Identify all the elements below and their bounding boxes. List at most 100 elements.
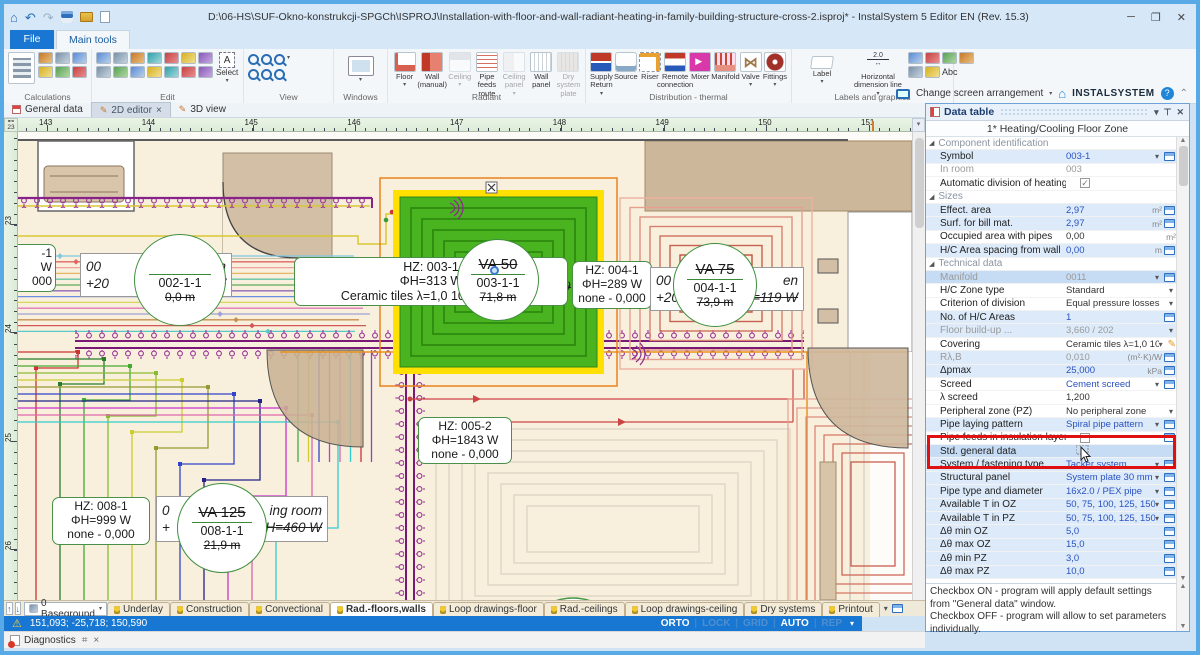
status-options-arrow[interactable]: ▾ bbox=[850, 619, 854, 628]
section-collapse-icon[interactable]: ◢ bbox=[929, 139, 934, 147]
redo-icon[interactable]: ↷ bbox=[43, 11, 54, 24]
ribbon-button-wall-panel[interactable]: Wall panel bbox=[529, 52, 554, 98]
default-from-general-data-icon[interactable] bbox=[1164, 246, 1175, 255]
layer-tab-convectional[interactable]: Convectional bbox=[249, 602, 330, 617]
new-file-icon[interactable] bbox=[100, 11, 110, 23]
legend-icon[interactable] bbox=[925, 52, 940, 64]
zoom-extents-icon[interactable] bbox=[274, 54, 285, 65]
ribbon-button-valve[interactable]: Valve▾ bbox=[739, 52, 761, 97]
close-2d-tab-icon[interactable]: × bbox=[156, 105, 162, 116]
close-button[interactable]: ✕ bbox=[1177, 11, 1186, 24]
checkbox-pipe-feeds-in-insulation-layer[interactable] bbox=[1080, 433, 1090, 443]
grid-icon[interactable] bbox=[908, 66, 923, 78]
table-graphic-icon[interactable] bbox=[942, 52, 957, 64]
property-row-covering[interactable]: CoveringCeramic tiles λ=1,0 10mm - 0,01▾… bbox=[926, 338, 1178, 351]
valve-label-va125[interactable]: VA 125008-1-121,9 m bbox=[177, 483, 267, 573]
property-row-manifold[interactable]: Manifold0011▾ bbox=[926, 271, 1178, 284]
property-row-surf-for-bill-mat[interactable]: Surf. for bill mat.2,97m² bbox=[926, 217, 1178, 230]
layer-tab-rad-floors-walls[interactable]: Rad.-floors,walls bbox=[330, 602, 433, 617]
move-icon[interactable] bbox=[181, 52, 196, 64]
layer-tab-dry-systems[interactable]: Dry systems bbox=[744, 602, 822, 617]
default-from-general-data-icon[interactable] bbox=[1164, 273, 1175, 282]
zoom-in-icon[interactable] bbox=[248, 54, 259, 65]
tab-file[interactable]: File bbox=[10, 30, 54, 49]
valve-label-va002[interactable]: 002-1-10,0 m bbox=[134, 234, 226, 326]
property-row-peripheral-zone-pz[interactable]: Peripheral zone (PZ)No peripheral zone▾ bbox=[926, 405, 1178, 418]
cut-icon[interactable] bbox=[147, 52, 162, 64]
change-screen-arrangement[interactable]: Change screen arrangement bbox=[916, 88, 1043, 99]
valve-label-va50[interactable]: VA 50003-1-171,8 m bbox=[457, 239, 539, 321]
drop-icon[interactable] bbox=[38, 66, 53, 78]
storey-up-button[interactable]: ↑ bbox=[6, 602, 13, 615]
property-row-effect-area[interactable]: Effect. area2,97m² bbox=[926, 204, 1178, 217]
baseground-selector[interactable]: 0 Baseground▾ bbox=[24, 602, 107, 616]
ribbon-button-fittings[interactable]: Fittings▾ bbox=[763, 52, 787, 97]
zone-label-hz004[interactable]: HZ: 004-1ΦH=289 Wnone - 0,000 bbox=[572, 261, 652, 309]
panel-menu-arrow[interactable]: ▾ bbox=[1154, 107, 1159, 118]
section-component-identification[interactable]: ◢Component identification bbox=[926, 137, 1178, 150]
delete-icon[interactable] bbox=[164, 52, 179, 64]
layer-tab-construction[interactable]: Construction bbox=[170, 602, 249, 617]
undo2-icon[interactable] bbox=[96, 52, 111, 64]
layer-manager-icon[interactable] bbox=[892, 604, 903, 613]
windows-arrow[interactable]: ▾ bbox=[338, 76, 383, 83]
layer-tab-rad-ceilings[interactable]: Rad.-ceilings bbox=[544, 602, 625, 617]
default-from-general-data-icon[interactable] bbox=[1164, 353, 1175, 362]
mode-auto[interactable]: AUTO bbox=[781, 618, 809, 629]
property-row-no-of-h-c-areas[interactable]: No. of H/C Areas1 bbox=[926, 311, 1178, 324]
dropdown-arrow[interactable]: ▾ bbox=[1155, 152, 1164, 161]
property-row-max-pz[interactable]: Δθ max PZ10,0 bbox=[926, 566, 1178, 579]
zone-label-hz005[interactable]: HZ: 005-2ΦH=1843 Wnone - 0,000 bbox=[418, 417, 512, 464]
default-from-general-data-icon[interactable] bbox=[1164, 420, 1175, 429]
property-row-structural-panel[interactable]: Structural panelSystem plate 30 mm▾ bbox=[926, 472, 1178, 485]
property-row-h-c-area-spacing-from-wall[interactable]: H/C Area spacing from wall0,00m bbox=[926, 244, 1178, 257]
ribbon-button-wall-manual[interactable]: Wall (manual) bbox=[419, 52, 445, 98]
property-row-available-t-in-pz[interactable]: Available T in PZ50, 75, 100, 125, 150▾ bbox=[926, 512, 1178, 525]
windows-arrange-button[interactable] bbox=[348, 56, 374, 76]
ruler-options-arrow[interactable]: ▾ bbox=[912, 118, 925, 132]
mode-grid[interactable]: GRID bbox=[743, 618, 768, 629]
floor-plan-canvas[interactable]: -1W00000g room+20H=295 WHZ: 003-1ΦH=313 … bbox=[18, 132, 912, 600]
layer-tab-printout[interactable]: Printout bbox=[822, 602, 879, 617]
layer-tab-loop-drawings-floor[interactable]: Loop drawings-floor bbox=[433, 602, 544, 617]
property-row-pipe-type-and-diameter[interactable]: Pipe type and diameter16x2.0 / PEX pipe▾ bbox=[926, 485, 1178, 498]
ribbon-button-supply-return[interactable]: Supply Return▾ bbox=[590, 52, 613, 97]
image-icon[interactable] bbox=[959, 52, 974, 64]
property-row-r-b[interactable]: Rλ,B0,010(m²·K)/W bbox=[926, 351, 1178, 364]
property-row-h-c-zone-type[interactable]: H/C Zone typeStandard▾ bbox=[926, 284, 1178, 297]
default-from-general-data-icon[interactable] bbox=[1164, 567, 1175, 576]
layer-tab-loop-drawings-ceiling[interactable]: Loop drawings-ceiling bbox=[625, 602, 745, 617]
zone-label-hz008[interactable]: HZ: 008-1ΦH=999 Wnone - 0,000 bbox=[52, 497, 150, 545]
help-scrollbar[interactable]: ▲▼ bbox=[1176, 583, 1189, 631]
ribbon-button-remote-connection[interactable]: Remote connection bbox=[662, 52, 688, 97]
dropdown-arrow[interactable]: ▾ bbox=[1155, 420, 1164, 429]
default-from-general-data-icon[interactable] bbox=[1164, 500, 1175, 509]
screen-arrangement-arrow[interactable]: ▾ bbox=[1049, 90, 1052, 97]
property-row-screed[interactable]: λ screed1,200 bbox=[926, 391, 1178, 404]
dropdown-arrow[interactable]: ▾ bbox=[1155, 514, 1164, 523]
zoom-menu-arrow[interactable]: ▾ bbox=[287, 54, 290, 65]
rotate-icon[interactable] bbox=[96, 66, 111, 78]
collapse-ribbon-icon[interactable]: ⌃ bbox=[1180, 88, 1188, 99]
default-from-general-data-icon[interactable] bbox=[1164, 206, 1175, 215]
default-from-general-data-icon[interactable] bbox=[1164, 527, 1175, 536]
checkbox-automatic-division-of-heating-zon[interactable]: ✓ bbox=[1080, 178, 1090, 188]
section-collapse-icon[interactable]: ◢ bbox=[929, 260, 934, 268]
panel-scrollbar[interactable]: ▲▼ bbox=[1176, 137, 1189, 583]
default-from-general-data-icon[interactable] bbox=[1164, 460, 1175, 469]
report-icon[interactable] bbox=[72, 66, 87, 78]
default-from-general-data-icon[interactable] bbox=[1164, 366, 1175, 375]
property-row-pipe-feeds-in-insulation-layer[interactable]: Pipe feeds in insulation layer bbox=[926, 432, 1178, 445]
property-row-pipe-laying-pattern[interactable]: Pipe laying patternSpiral pipe pattern▾ bbox=[926, 418, 1178, 431]
property-row-symbol[interactable]: Symbol003-1▾ bbox=[926, 150, 1178, 163]
select-button[interactable]: A Select▾ bbox=[216, 52, 238, 84]
diagram-icon[interactable] bbox=[72, 52, 87, 64]
default-from-general-data-icon[interactable] bbox=[1164, 487, 1175, 496]
abc-text-button[interactable]: Abc bbox=[942, 66, 958, 79]
edit-label-icon[interactable] bbox=[908, 52, 923, 64]
property-row-available-t-in-oz[interactable]: Available T in OZ50, 75, 100, 125, 150, … bbox=[926, 499, 1178, 512]
default-from-general-data-icon[interactable] bbox=[1164, 219, 1175, 228]
dropdown-arrow[interactable]: ▾ bbox=[1155, 473, 1164, 482]
tab-general-data[interactable]: General data bbox=[4, 102, 91, 117]
dropdown-arrow[interactable]: ▾ bbox=[1155, 380, 1164, 389]
